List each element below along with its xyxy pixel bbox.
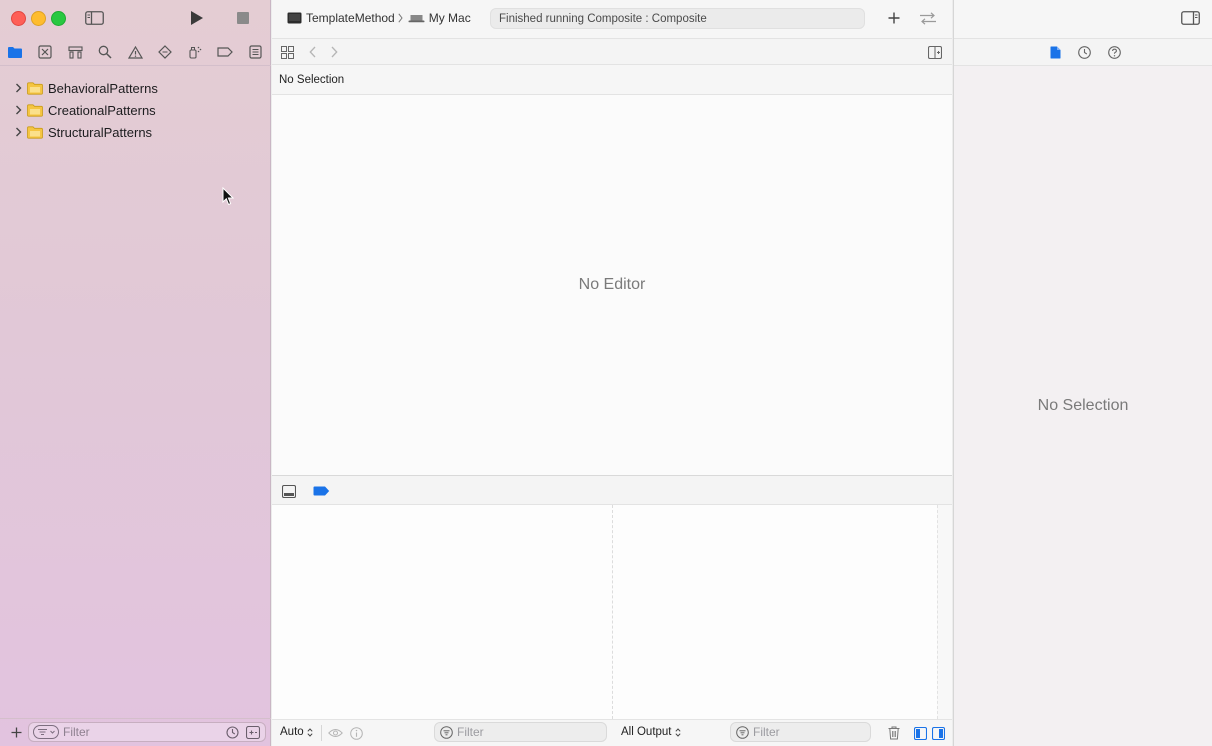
filter-placeholder: Filter [753, 725, 780, 739]
toggle-navigator-icon[interactable] [84, 10, 104, 26]
find-navigator-search-icon[interactable] [90, 40, 120, 64]
inspector-selector-bar [954, 38, 1212, 66]
navigator-divider [0, 65, 271, 66]
console-output-label: All Output [621, 726, 672, 738]
file-inspector-document-icon[interactable] [1047, 44, 1063, 60]
stop-button[interactable] [235, 10, 251, 26]
console-view[interactable] [612, 505, 952, 719]
tree-row-label: BehavioralPatterns [48, 80, 158, 96]
updown-chevron-icon [307, 727, 313, 737]
quick-look-eye-icon[interactable] [327, 725, 343, 741]
report-navigator-icon[interactable] [240, 40, 270, 64]
main-toolbar: TemplateMethod My Mac Finished running C… [272, 0, 952, 38]
console-output-dropdown[interactable]: All Output [621, 726, 681, 738]
split-editor-icon[interactable] [927, 44, 943, 60]
console-scrollbar[interactable] [937, 505, 952, 719]
project-navigator-folder-icon[interactable] [0, 40, 30, 64]
symbol-navigator-icon[interactable] [60, 40, 90, 64]
jump-bar[interactable]: No Selection [272, 65, 952, 95]
folder-icon [27, 81, 43, 95]
navigator-selector-bar [0, 40, 271, 64]
navigator-sidebar: BehavioralPatterns CreationalPatterns St… [0, 0, 271, 746]
debug-area-bottom-bar: Auto Filter All Output Filter [272, 719, 952, 746]
inspector-panel: No Selection [953, 0, 1212, 746]
editor-empty-message: No Editor [578, 276, 646, 293]
scheme-target-label: TemplateMethod [306, 11, 395, 25]
tree-row-behavioral-patterns[interactable]: BehavioralPatterns [0, 77, 271, 99]
show-console-view-icon[interactable] [931, 725, 945, 741]
editor-empty-state: No Editor [272, 95, 952, 475]
toggle-inspector-icon[interactable] [1180, 10, 1200, 26]
activity-status-bar[interactable]: Finished running Composite : Composite [490, 8, 865, 29]
issue-navigator-warning-icon[interactable] [120, 40, 150, 64]
tree-row-structural-patterns[interactable]: StructuralPatterns [0, 121, 271, 143]
mouse-pointer-icon [222, 187, 234, 206]
navigator-filter-field[interactable]: Filter [28, 722, 266, 742]
jump-bar-label: No Selection [279, 73, 345, 86]
debug-bar [272, 475, 952, 505]
window-minimize-button[interactable] [31, 11, 46, 26]
test-navigator-diamond-icon[interactable] [150, 40, 180, 64]
tree-row-label: CreationalPatterns [48, 102, 156, 118]
breakpoints-toggle-icon[interactable] [312, 484, 330, 498]
source-control-navigator-icon[interactable] [30, 40, 60, 64]
source-control-filter-icon[interactable] [246, 726, 260, 739]
library-plus-icon[interactable] [886, 10, 902, 26]
variables-scope-label: Auto [280, 726, 304, 738]
console-filter-field[interactable]: Filter [730, 722, 871, 742]
inspector-empty-message: No Selection [1037, 397, 1129, 414]
folder-icon [27, 103, 43, 117]
history-inspector-clock-icon[interactable] [1076, 44, 1092, 60]
breadcrumb-chevron-icon [398, 13, 403, 23]
window-zoom-button[interactable] [51, 11, 66, 26]
folder-icon [27, 125, 43, 139]
recent-files-clock-icon[interactable] [226, 726, 239, 739]
filter-placeholder: Filter [63, 725, 90, 739]
disclosure-chevron-right-icon[interactable] [11, 83, 25, 93]
run-destination-label: My Mac [428, 11, 471, 25]
show-variables-view-icon[interactable] [913, 725, 927, 741]
run-button[interactable] [188, 9, 206, 27]
print-description-info-icon[interactable] [348, 725, 364, 741]
filter-options-icon[interactable] [33, 725, 59, 739]
disclosure-chevron-right-icon[interactable] [11, 105, 25, 115]
clear-console-trash-icon[interactable] [886, 725, 902, 741]
hide-debug-area-icon[interactable] [281, 483, 297, 499]
app-scheme-icon [287, 12, 302, 24]
add-file-plus-icon[interactable] [8, 724, 24, 740]
breakpoint-navigator-icon[interactable] [210, 40, 240, 64]
window-close-button[interactable] [11, 11, 26, 26]
related-items-grid-icon[interactable] [279, 44, 295, 60]
bottom-bar-divider [321, 725, 322, 741]
filter-funnel-icon [440, 725, 453, 739]
mac-laptop-icon [408, 14, 425, 23]
quick-help-question-icon[interactable] [1106, 44, 1122, 60]
filter-placeholder: Filter [457, 725, 484, 739]
debug-navigator-spray-icon[interactable] [180, 40, 210, 64]
variables-filter-field[interactable]: Filter [434, 722, 607, 742]
forward-chevron-right-icon[interactable] [327, 44, 341, 60]
tree-row-creational-patterns[interactable]: CreationalPatterns [0, 99, 271, 121]
filter-funnel-icon [736, 725, 749, 739]
editor-tab-bar [272, 38, 952, 65]
editor-area: TemplateMethod My Mac Finished running C… [272, 0, 952, 746]
activity-status-text: Finished running Composite : Composite [499, 12, 707, 25]
back-chevron-left-icon[interactable] [305, 44, 319, 60]
tree-row-label: StructuralPatterns [48, 124, 153, 140]
updown-chevron-icon [674, 727, 681, 737]
variables-view [272, 505, 612, 719]
scheme-selector[interactable]: TemplateMethod My Mac [287, 11, 471, 25]
inspector-empty-state: No Selection [954, 66, 1212, 746]
project-tree: BehavioralPatterns CreationalPatterns St… [0, 77, 271, 143]
variables-scope-dropdown[interactable]: Auto [280, 726, 313, 738]
code-review-arrows-icon[interactable] [918, 10, 938, 26]
navigator-bottom-divider [0, 718, 271, 719]
inspector-toolbar [954, 0, 1212, 38]
disclosure-chevron-right-icon[interactable] [11, 127, 25, 137]
